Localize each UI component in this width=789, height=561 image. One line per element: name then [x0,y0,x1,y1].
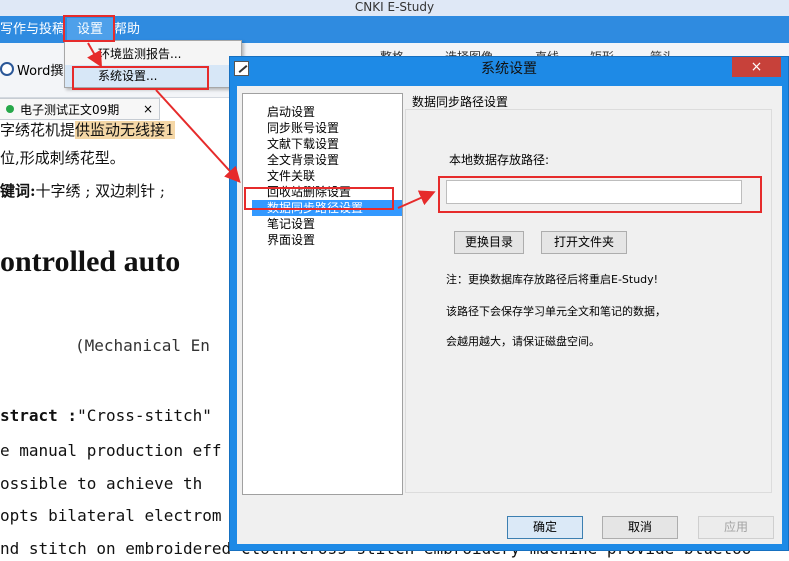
dialog-title: 系统设置 [481,61,537,77]
annotation-box-path-input [438,176,762,213]
note-disk: 会越用越大，请保证磁盘空间。 [446,335,600,348]
doc-text: 字绣花机提 [0,121,76,139]
path-label: 本地数据存放路径: [449,153,550,167]
note-data: 该路径下会保存学习单元全文和笔记的数据， [446,305,666,318]
doc-highlighted-text: 供监动无线接1 [75,121,175,139]
apply-button[interactable]: 应用 [698,516,774,539]
dialog-close-button[interactable]: × [732,57,781,77]
doc-line: 字绣花机提供监动无线接1 [0,119,175,140]
window-titlebar: CNKI E-Study [0,0,789,16]
close-tab-icon[interactable]: × [143,102,153,116]
menu-collab[interactable]: 写作与投稿 [0,20,65,40]
settings-nav-list: 启动设置 同步账号设置 文献下载设置 全文背景设置 文件关联 回收站删除设置 数… [242,93,403,495]
word-icon [0,62,14,76]
annotation-box-sync-path [244,187,394,210]
abstract-text: "Cross-stitch" [77,406,212,425]
document-tab[interactable]: 电子测试正文09期 × [0,98,160,120]
system-settings-dialog: 系统设置 × 启动设置 同步账号设置 文献下载设置 全文背景设置 文件关联 回收… [229,56,789,551]
dialog-body: 启动设置 同步账号设置 文献下载设置 全文背景设置 文件关联 回收站删除设置 数… [237,86,782,544]
open-folder-button[interactable]: 打开文件夹 [541,231,627,254]
doc-english-title: ontrolled auto [0,245,181,278]
nav-item-file-assoc[interactable]: 文件关联 [267,168,315,184]
word-button-label: Word撰 [17,63,64,79]
doc-keywords: 键词:十字绣 ; 双边刺针 ; [0,180,165,201]
group-title: 数据同步路径设置 [412,95,509,109]
menu-help[interactable]: 帮助 [114,20,140,40]
menu-item-env-report[interactable]: 环境监测报告... [65,43,241,65]
nav-item-sync-account[interactable]: 同步账号设置 [267,120,339,136]
doc-line: 位,形成刺绣花型。 [0,149,125,167]
annotation-box-settings-menu [63,15,115,42]
ok-button[interactable]: 确定 [507,516,583,539]
nav-item-startup[interactable]: 启动设置 [267,104,315,120]
settings-panel: 数据同步路径设置 本地数据存放路径: 更换目录 打开文件夹 注：更换数据库存放路… [403,93,773,495]
note-restart: 注：更换数据库存放路径后将重启E-Study! [446,273,659,286]
nav-item-fulltext-bg[interactable]: 全文背景设置 [267,152,339,168]
doc-line: e manual production eff [0,441,222,460]
keywords-label: 键词: [0,182,36,200]
doc-line: ossible to achieve th [0,474,203,493]
nav-item-download[interactable]: 文献下载设置 [267,136,339,152]
doc-affiliation: (Mechanical En [75,336,210,355]
window-title: CNKI E-Study [354,0,435,14]
word-button[interactable]: Word撰 [0,58,63,80]
tab-status-icon [6,105,14,113]
cancel-button[interactable]: 取消 [602,516,678,539]
keywords-text: 十字绣 ; 双边刺针 ; [35,182,165,200]
doc-abstract: stract :"Cross-stitch" [0,406,212,425]
nav-item-notes[interactable]: 笔记设置 [267,216,315,232]
doc-line: opts bilateral electrom [0,506,222,525]
change-directory-button[interactable]: 更换目录 [454,231,524,254]
menubar: 写作与投稿 设置 帮助 [0,16,789,43]
abstract-label: stract : [0,406,78,425]
document-tab-label: 电子测试正文09期 [20,102,120,117]
annotation-box-system-settings [72,66,209,90]
nav-item-interface[interactable]: 界面设置 [267,232,315,248]
